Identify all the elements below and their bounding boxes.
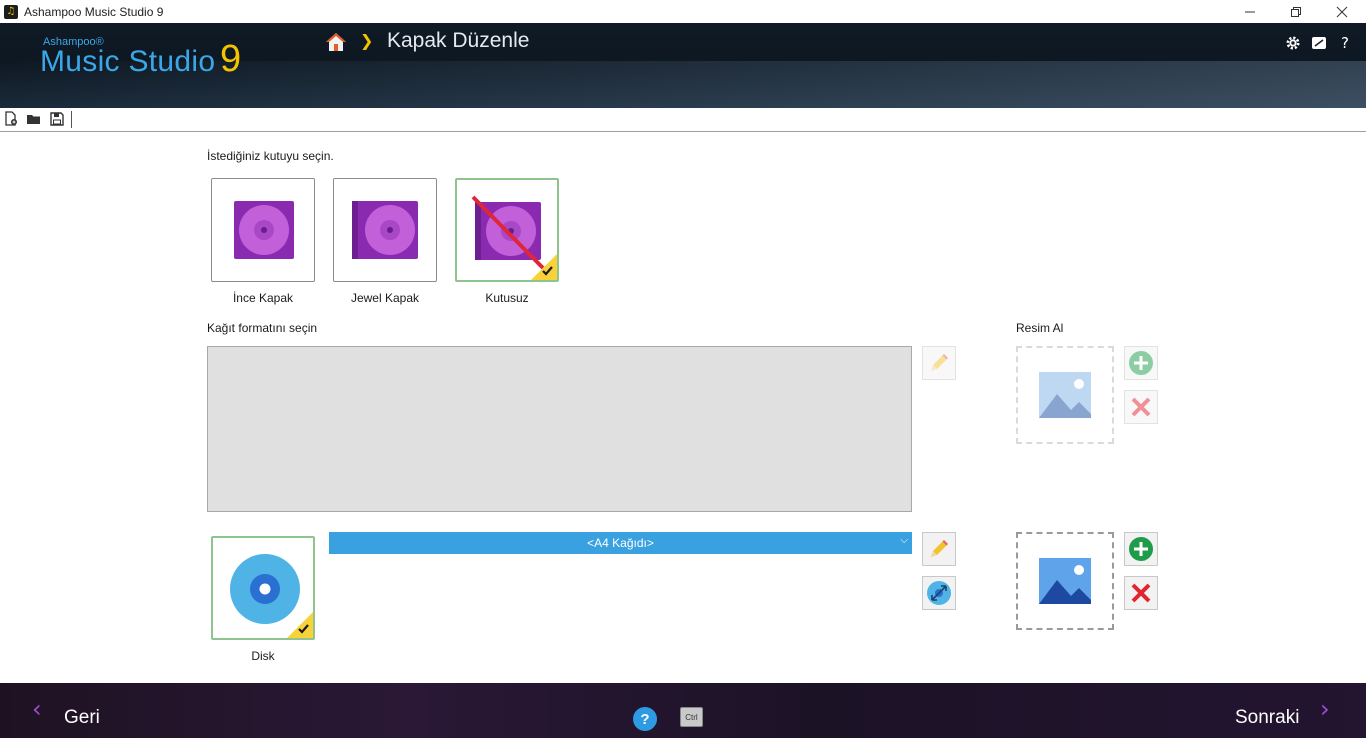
box-option-no-case[interactable]: [455, 178, 559, 282]
image-placeholder-icon: [1039, 372, 1091, 418]
chevron-down-icon: ⌵: [900, 535, 908, 546]
edit-paper-button[interactable]: [922, 346, 956, 380]
disc-resize-icon: [927, 581, 951, 605]
pencil-icon: [931, 354, 948, 371]
app-header: Ashampoo® Music Studio 9 ❯ Kapak Düzenle…: [0, 23, 1366, 108]
toolbar-separator: [71, 111, 72, 128]
app-icon: ♫: [4, 4, 18, 19]
pencil-icon: [931, 540, 948, 557]
add-image-bottom-button[interactable]: [1124, 532, 1158, 566]
restore-button[interactable]: [1273, 0, 1319, 23]
remove-icon: [1131, 583, 1151, 603]
purple-jewel-case-icon: [352, 201, 418, 259]
toolbar: [0, 108, 1366, 132]
close-button[interactable]: [1319, 0, 1365, 23]
purple-cd-case-icon: [234, 201, 294, 259]
box-option-label: Kutusuz: [485, 291, 529, 305]
brand-version: 9: [220, 38, 242, 80]
help-button[interactable]: ?: [633, 707, 657, 731]
paper-format-dropdown[interactable]: <A4 Kağıdı> ⌵: [329, 532, 912, 554]
selected-check-icon: [287, 612, 313, 638]
back-arrow-icon[interactable]: ‹: [32, 695, 42, 723]
edit-disc-button[interactable]: [922, 532, 956, 566]
add-icon: [1129, 351, 1153, 375]
open-folder-icon[interactable]: [26, 111, 42, 127]
next-arrow-icon[interactable]: ›: [1320, 695, 1330, 723]
back-button[interactable]: Geri: [64, 707, 100, 729]
image-slot-top[interactable]: [1016, 346, 1114, 444]
disc-label: Disk: [251, 649, 275, 663]
selected-check-icon: [531, 254, 557, 280]
paper-format-prompt: Kağıt formatını seçin: [207, 321, 318, 335]
help-icon[interactable]: ?: [1336, 34, 1354, 52]
new-document-icon[interactable]: [3, 111, 19, 127]
minimize-button[interactable]: [1227, 0, 1273, 23]
remove-icon: [1131, 397, 1151, 417]
ctrl-key-icon[interactable]: Ctrl: [680, 707, 703, 727]
close-icon: [1336, 6, 1348, 17]
add-image-top-button[interactable]: [1124, 346, 1158, 380]
image-label: Resim Al: [1016, 321, 1064, 335]
image-slot-bottom[interactable]: [1016, 532, 1114, 630]
box-option-label: Jewel Kapak: [350, 291, 420, 305]
save-icon[interactable]: [49, 111, 65, 127]
paper-format-list[interactable]: [207, 346, 912, 512]
page-title: Kapak Düzenle: [387, 29, 530, 52]
disc-option[interactable]: [211, 536, 315, 640]
next-button[interactable]: Sonraki: [1235, 707, 1299, 729]
disc-resize-button[interactable]: [922, 576, 956, 610]
navigation-footer: ‹ Geri ? Ctrl Sonraki ›: [0, 683, 1366, 738]
box-selection-prompt: İstediğiniz kutuyu seçin.: [207, 149, 334, 163]
window-title: Ashampoo Music Studio 9: [24, 4, 164, 19]
box-option-thin-case[interactable]: [211, 178, 315, 282]
feedback-icon[interactable]: [1310, 34, 1328, 52]
brand-product: Music Studio: [40, 45, 216, 78]
add-icon: [1129, 537, 1153, 561]
remove-image-top-button[interactable]: [1124, 390, 1158, 424]
breadcrumb-separator-icon: ❯: [360, 31, 374, 50]
restore-icon: [1291, 6, 1301, 17]
paper-format-value: <A4 Kağıdı>: [587, 536, 654, 550]
window-titlebar: ♫ Ashampoo Music Studio 9: [0, 0, 1366, 23]
image-placeholder-icon: [1039, 558, 1091, 604]
minimize-icon: [1245, 11, 1255, 12]
box-option-jewel-case[interactable]: [333, 178, 437, 282]
box-option-label: İnce Kapak: [232, 291, 294, 305]
home-icon[interactable]: [325, 31, 347, 53]
settings-gear-icon[interactable]: [1284, 34, 1302, 52]
remove-image-bottom-button[interactable]: [1124, 576, 1158, 610]
